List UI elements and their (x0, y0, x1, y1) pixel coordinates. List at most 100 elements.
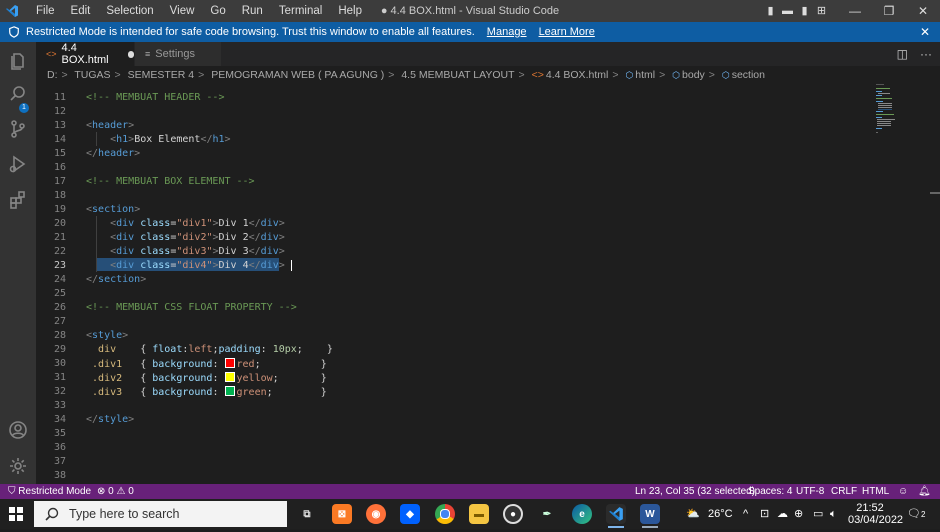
xampp-icon[interactable]: ⊠ (332, 504, 352, 524)
cursor-position[interactable]: Ln 23, Col 35 (32 selected) (635, 484, 755, 499)
line-number: 34 (53, 414, 66, 425)
line-number: 20 (53, 218, 66, 229)
breadcrumb-symbol-html[interactable]: html (635, 69, 655, 81)
code-line-11: <!-- MEMBUAT HEADER --> (86, 92, 225, 103)
word-icon[interactable]: W (640, 504, 660, 524)
restricted-mode-status[interactable]: ⛉ Restricted Mode (8, 484, 91, 499)
color-swatch-red[interactable] (224, 358, 235, 368)
breadcrumb-item[interactable]: PEMOGRAMAN WEB ( PA AGUNG ) (211, 69, 384, 81)
notification-center-icon[interactable]: 🗨︎2 (907, 499, 925, 529)
menu-bar: File Edit Selection View Go Run Terminal… (28, 0, 370, 22)
inkscape-icon[interactable]: ✒ (537, 504, 557, 524)
taskbar-search-box[interactable]: Type here to search (34, 501, 287, 527)
windows-start-icon[interactable] (9, 507, 23, 521)
dropbox-icon[interactable]: ◆ (400, 504, 420, 524)
breadcrumb-item[interactable]: TUGAS (74, 69, 110, 81)
search-icon[interactable] (6, 82, 30, 106)
source-control-icon[interactable] (6, 117, 30, 141)
code-line-34: </style> (86, 414, 135, 425)
line-number: 27 (53, 316, 66, 327)
task-view-icon[interactable]: ⧉ (297, 504, 317, 524)
run-debug-icon[interactable] (6, 152, 30, 176)
accounts-icon[interactable] (6, 418, 30, 442)
error-icon: ⊗ (97, 486, 106, 497)
breadcrumb-symbol-body[interactable]: body (682, 69, 705, 81)
taskbar-clock[interactable]: 21:52 03/04/2022 (848, 502, 903, 532)
tab-settings[interactable]: ≡ Settings (135, 42, 221, 66)
menu-view[interactable]: View (162, 0, 203, 22)
weather-cloud-icon[interactable]: ⛅ (686, 499, 700, 529)
media-player-icon[interactable]: ● (503, 504, 523, 524)
color-swatch-green[interactable] (224, 386, 235, 396)
status-bar: ⛉ Restricted Mode ⊗ 0 ⚠ 0 Ln 23, Col 35 … (0, 484, 940, 499)
code-line-26: <!-- MEMBUAT CSS FLOAT PROPERTY --> (86, 302, 297, 313)
menu-terminal[interactable]: Terminal (271, 0, 330, 22)
symbol-icon: ⬡ (721, 70, 730, 80)
breadcrumb-item[interactable]: 4.5 MEMBUAT LAYOUT (401, 69, 514, 81)
toggle-panel-icon[interactable]: ▬ (779, 0, 796, 22)
problems-status[interactable]: ⊗ 0 ⚠ 0 (97, 484, 134, 499)
eol-status[interactable]: CRLF (831, 484, 857, 499)
toggle-sidebar-icon[interactable]: ▮ (762, 0, 779, 22)
banner-manage-link[interactable]: Manage (487, 26, 527, 38)
line-number: 25 (53, 288, 66, 299)
minimap[interactable] (874, 84, 932, 144)
volume-icon[interactable]: 🔈︎ (830, 499, 837, 529)
banner-learn-more-link[interactable]: Learn More (539, 26, 595, 38)
shield-icon: ⛉ (8, 486, 16, 497)
menu-file[interactable]: File (28, 0, 63, 22)
code-line-24: </section> (86, 274, 147, 285)
scrollbar-marker[interactable] (930, 192, 940, 194)
edge-icon[interactable]: e (572, 504, 592, 524)
color-swatch-yellow[interactable] (224, 372, 235, 382)
unsaved-dot-icon[interactable] (127, 50, 134, 58)
tray-app-icon[interactable]: ⊡ (760, 499, 769, 529)
breadcrumb-item[interactable]: D: (47, 69, 58, 81)
line-number: 24 (53, 274, 66, 285)
more-actions-icon[interactable]: ··· (920, 42, 932, 66)
tab-box-html[interactable]: <> 4.4 BOX.html (36, 42, 134, 66)
file-explorer-icon[interactable]: ▬ (469, 504, 489, 524)
weather-temperature[interactable]: 26°C (708, 499, 733, 529)
vscode-taskbar-icon[interactable] (606, 504, 626, 524)
restricted-mode-banner: Restricted Mode is intended for safe cod… (0, 22, 940, 42)
onedrive-icon[interactable]: ☁ (777, 499, 788, 529)
encoding-status[interactable]: UTF-8 (796, 484, 824, 499)
line-number: 19 (53, 204, 66, 215)
menu-go[interactable]: Go (202, 0, 233, 22)
maximize-button[interactable]: ❐ (872, 0, 906, 22)
breadcrumb-file[interactable]: 4.4 BOX.html (546, 69, 608, 81)
minimize-button[interactable]: — (838, 0, 872, 22)
toggle-secondary-sidebar-icon[interactable]: ▮ (796, 0, 813, 22)
banner-close-icon[interactable]: ✕ (920, 22, 930, 42)
firefox-icon[interactable]: ◉ (366, 504, 386, 524)
windows-taskbar: Type here to search ⧉ ⊠ ◉ ◆ ▬ ● ✒ e W ⛅ … (0, 499, 940, 529)
menu-run[interactable]: Run (234, 0, 271, 22)
code-line-19: <section> (86, 204, 141, 215)
settings-gear-icon[interactable] (6, 454, 30, 478)
close-window-button[interactable]: ✕ (906, 0, 940, 22)
chrome-icon[interactable] (435, 504, 455, 524)
active-app-indicator (608, 526, 624, 528)
customize-layout-icon[interactable]: ⊞ (813, 0, 830, 22)
code-editor[interactable]: 10 1112131415161718192021222324252627282… (36, 84, 940, 484)
battery-icon[interactable]: ▭ (813, 499, 823, 529)
menu-selection[interactable]: Selection (98, 0, 161, 22)
notification-count: 2 (920, 510, 926, 519)
breadcrumb-item[interactable]: SEMESTER 4 (128, 69, 195, 81)
menu-edit[interactable]: Edit (63, 0, 99, 22)
feedback-icon[interactable]: ☺ (898, 484, 908, 499)
language-mode-status[interactable]: HTML (862, 484, 889, 499)
breadcrumb-symbol-section[interactable]: section (732, 69, 765, 81)
code-line-29: div { float:left;padding: 10px; } (98, 344, 333, 355)
explorer-icon[interactable] (6, 49, 30, 73)
network-globe-icon[interactable]: ⊕ (794, 499, 803, 529)
split-editor-icon[interactable]: ◫ (897, 42, 908, 66)
extensions-icon[interactable] (6, 188, 30, 212)
breadcrumb: D: > TUGAS > SEMESTER 4 > PEMOGRAMAN WEB ( … (36, 66, 940, 84)
menu-help[interactable]: Help (330, 0, 370, 22)
indentation-status[interactable]: Spaces: 4 (748, 484, 792, 499)
code-line-30: .div1 { background: red; } (92, 358, 327, 370)
show-hidden-icons-icon[interactable]: ^ (743, 499, 748, 529)
notifications-bell-icon[interactable]: 🔔︎ (918, 484, 931, 499)
